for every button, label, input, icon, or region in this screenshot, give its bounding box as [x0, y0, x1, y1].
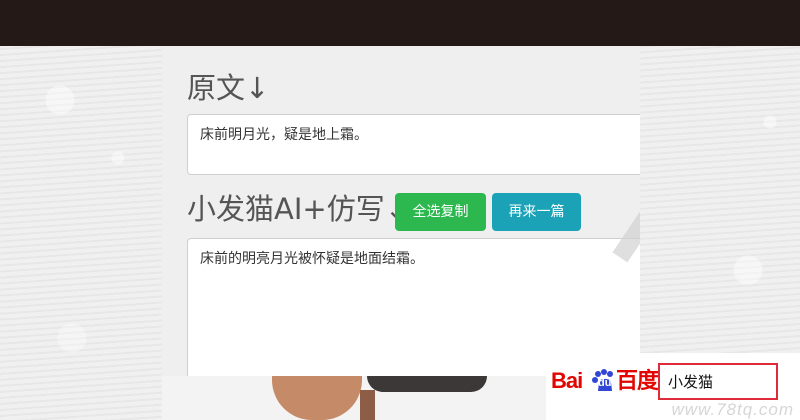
original-textarea[interactable]: 床前明月光，疑是地上霜。 — [187, 114, 640, 175]
main-panel: 原文↓ 床前明月光，疑是地上霜。 小发猫AI+仿写↓ 全选复制 再来一篇 床前的… — [162, 46, 640, 376]
select-all-copy-button[interactable]: 全选复制 — [395, 193, 486, 231]
baidu-logo: Bai du 百度 — [551, 365, 663, 397]
ai-rewrite-title: 小发猫AI+仿写↓ — [187, 192, 409, 226]
baidu-search-widget: Bai du 百度 www.78tq.com — [546, 353, 800, 420]
baidu-logo-left: Bai — [551, 368, 583, 393]
original-title: 原文↓ — [187, 71, 270, 105]
search-input[interactable] — [658, 363, 778, 400]
image-shape — [367, 376, 487, 392]
generate-again-button[interactable]: 再来一篇 — [492, 193, 581, 231]
baidu-logo-right: 百度 — [616, 368, 659, 393]
site-watermark: www.78tq.com — [671, 400, 794, 419]
top-bar — [0, 0, 800, 46]
baidu-logo-du: du — [598, 377, 612, 389]
bottom-image-strip — [162, 376, 546, 420]
image-shape — [272, 376, 362, 420]
image-shape — [360, 390, 375, 420]
